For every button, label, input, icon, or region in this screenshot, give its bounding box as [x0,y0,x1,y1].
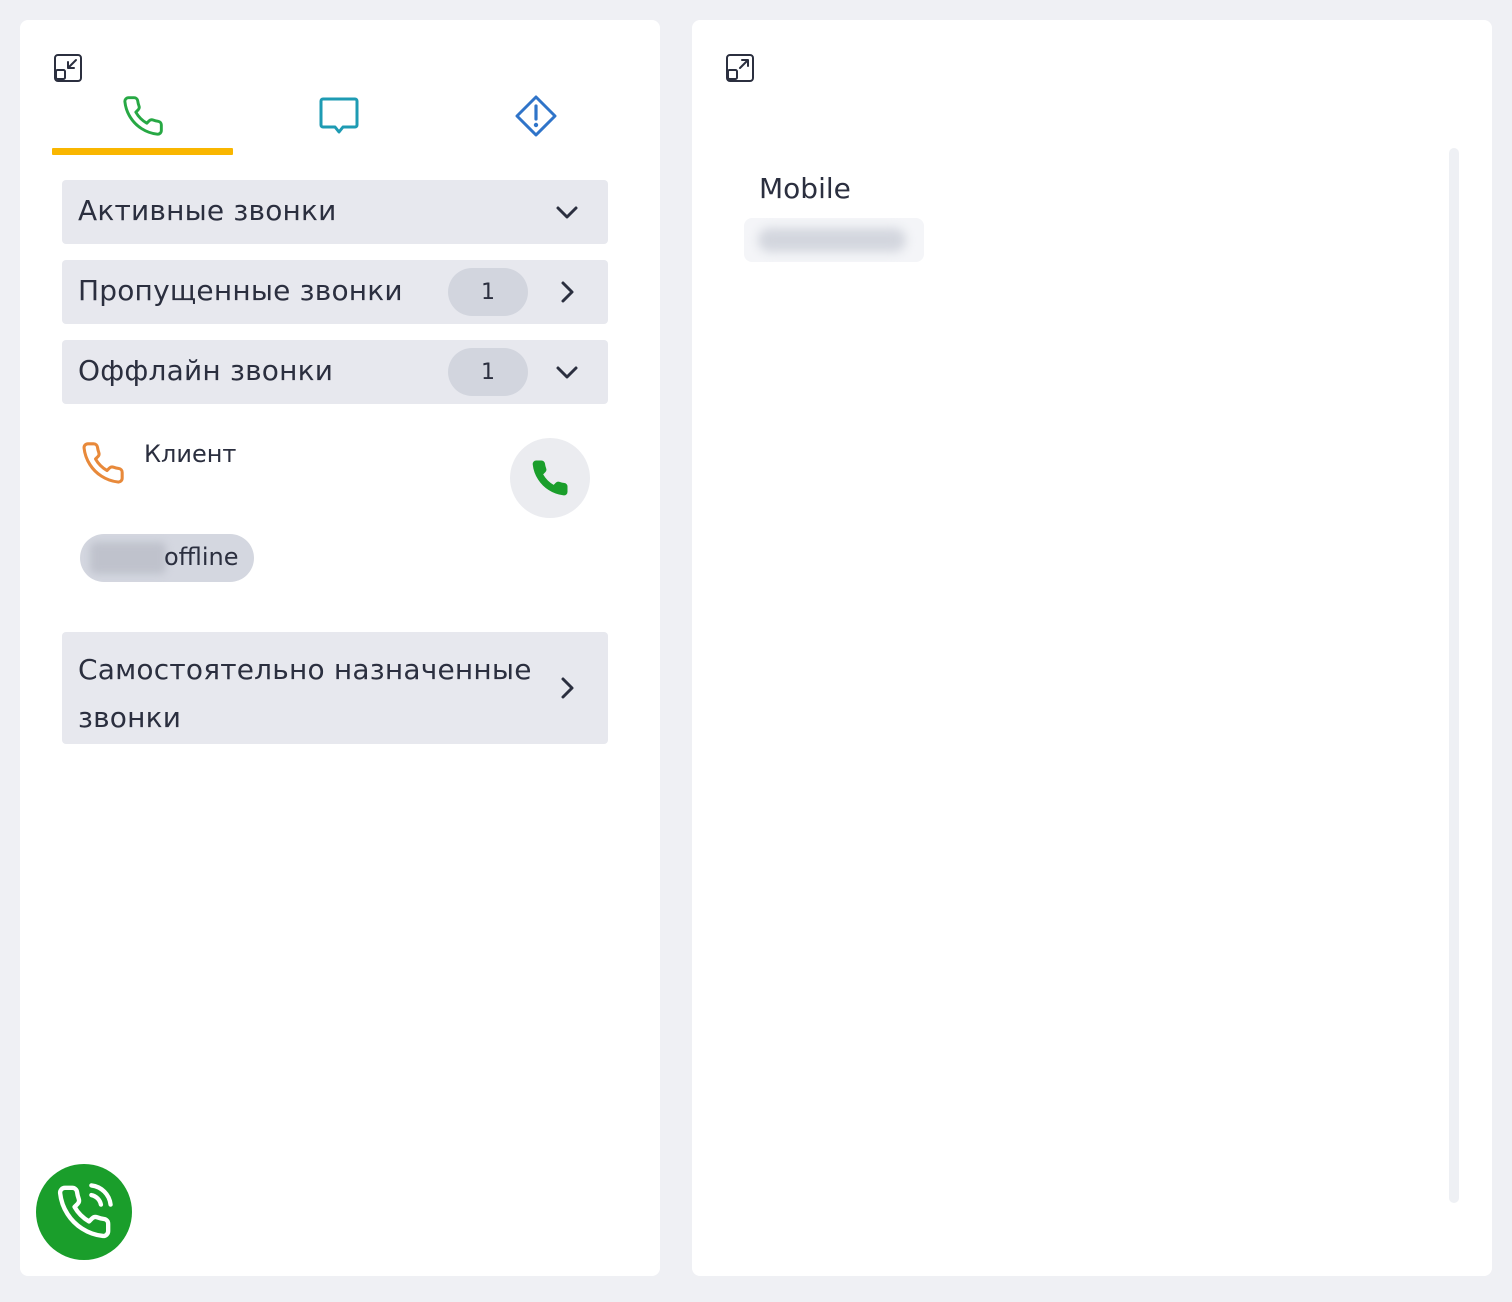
chevron-right-icon [561,281,574,303]
section-title: Активные звонки [78,194,337,227]
section-offline-calls[interactable]: Оффлайн звонки 1 [62,340,608,404]
section-title: Самостоятельно назначенные звонки [78,653,532,734]
section-title: Пропущенные звонки [78,274,403,307]
softphone-button[interactable] [36,1164,132,1260]
details-panel: Mobile [692,20,1492,1276]
caller-name: Клиент [144,440,237,468]
field-label-mobile: Mobile [759,172,851,205]
phone-filled-icon [532,460,568,496]
offline-call-item[interactable]: Клиент offline [80,430,600,590]
section-missed-calls[interactable]: Пропущенные звонки 1 [62,260,608,324]
count-badge: 1 [448,348,528,396]
section-title: Оффлайн звонки [78,354,334,387]
status-badge: offline [80,534,254,582]
phone-icon [82,442,124,484]
call-back-button[interactable] [510,438,590,518]
phone-ringing-icon [57,1183,113,1239]
calls-panel: Активные звонки Пропущенные звонки 1 Офф… [20,20,660,1276]
mobile-number-value [744,218,924,262]
channel-tabs [52,90,612,156]
collapse-icon[interactable] [53,53,83,83]
tab-alerts[interactable] [445,90,627,156]
phone-icon [123,96,163,136]
chevron-down-icon [556,206,578,219]
redacted-phone-number [90,542,166,574]
tab-chats[interactable] [248,90,430,156]
section-active-calls[interactable]: Активные звонки [62,180,608,244]
alert-diamond-icon [515,95,557,137]
chat-icon [319,97,359,134]
active-tab-indicator [52,148,233,155]
tab-calls[interactable] [52,90,234,156]
redacted-phone-number [758,228,906,252]
status-text: offline [164,543,239,571]
chevron-down-icon [556,366,578,379]
scrollbar[interactable] [1449,148,1459,1203]
chevron-right-icon [561,677,574,699]
expand-icon[interactable] [725,53,755,83]
count-badge: 1 [448,268,528,316]
section-self-assigned-calls[interactable]: Самостоятельно назначенные звонки [62,632,608,744]
